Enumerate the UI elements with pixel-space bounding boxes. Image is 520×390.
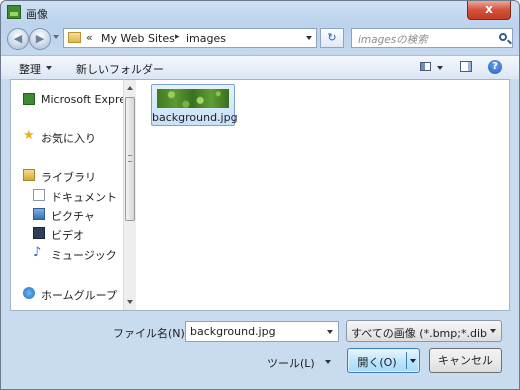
- file-type-dropdown-icon: [490, 329, 496, 333]
- title-bar: 画像 x: [1, 1, 519, 27]
- filename-value: background.jpg: [190, 325, 276, 338]
- change-view-icon[interactable]: [420, 62, 431, 71]
- navigation-bar: ◀ ▶ « My Web Sites ▸ images ↻ imagesの検索: [1, 25, 519, 53]
- navigation-pane-scrollbar[interactable]: [123, 80, 136, 310]
- filename-history-dropdown-icon[interactable]: [327, 330, 333, 334]
- window-title: 画像: [26, 8, 48, 21]
- search-placeholder: imagesの検索: [358, 34, 428, 46]
- address-dropdown-icon[interactable]: [306, 36, 312, 40]
- file-type-select[interactable]: すべての画像 (*.bmp;*.dib;*: [346, 320, 502, 342]
- split-button-divider: [406, 352, 407, 369]
- nav-item-label: ミュージック: [51, 249, 117, 262]
- open-button-label: 開く(O): [357, 356, 397, 369]
- organize-button[interactable]: 整理: [19, 61, 41, 77]
- scroll-down-arrow-icon[interactable]: [127, 300, 133, 304]
- scrollbar-thumb[interactable]: [125, 97, 135, 221]
- favorites-star-icon: ★: [23, 128, 35, 143]
- application-icon: [23, 93, 35, 105]
- command-bar: 整理 新しいフォルダー ?: [1, 55, 519, 79]
- nav-item-label: ライブラリ: [41, 171, 96, 184]
- file-type-value: すべての画像 (*.bmp;*.dib;*: [351, 327, 487, 340]
- breadcrumb-images[interactable]: images: [186, 32, 226, 45]
- filename-label: ファイル名(N):: [113, 327, 189, 340]
- nav-item-label: お気に入り: [41, 132, 96, 145]
- back-button[interactable]: ◀: [7, 28, 29, 50]
- close-button[interactable]: x: [467, 1, 511, 20]
- open-button[interactable]: 開く(O): [347, 348, 420, 373]
- breadcrumb-my-web-sites[interactable]: My Web Sites: [101, 32, 175, 45]
- breadcrumb-overflow-button[interactable]: «: [86, 31, 93, 44]
- tools-menu-button[interactable]: ツール(L): [267, 355, 315, 371]
- content-area: Microsoft Expression Web ★ お気に入り ライブラリ ド…: [10, 79, 510, 311]
- help-icon[interactable]: ?: [488, 60, 502, 74]
- dialog-footer: ファイル名(N): background.jpg すべての画像 (*.bmp;*…: [1, 311, 519, 389]
- file-list: background.jpg: [137, 80, 509, 310]
- search-input[interactable]: imagesの検索: [351, 28, 513, 48]
- documents-icon: [33, 189, 45, 201]
- open-options-dropdown-icon[interactable]: [410, 359, 416, 363]
- cancel-button[interactable]: キャンセル: [429, 348, 502, 373]
- pictures-icon: [33, 208, 45, 220]
- view-options-dropdown-icon[interactable]: [437, 66, 443, 70]
- videos-icon: [33, 227, 45, 239]
- nav-item-label: ビデオ: [51, 229, 84, 242]
- file-item-background-jpg[interactable]: background.jpg: [151, 84, 238, 126]
- application-icon: [7, 5, 21, 19]
- navigation-pane: Microsoft Expression Web ★ お気に入り ライブラリ ド…: [11, 80, 123, 310]
- refresh-button[interactable]: ↻: [320, 28, 344, 48]
- address-bar[interactable]: « My Web Sites ▸ images: [63, 28, 317, 48]
- filename-input[interactable]: background.jpg: [185, 321, 339, 342]
- nav-item-label: Microsoft Expression Web: [41, 93, 123, 106]
- recent-locations-dropdown-icon[interactable]: [53, 35, 59, 39]
- new-folder-button[interactable]: 新しいフォルダー: [76, 61, 164, 77]
- organize-dropdown-icon[interactable]: [46, 66, 52, 70]
- homegroup-icon: [23, 287, 35, 299]
- scroll-up-arrow-icon[interactable]: [127, 86, 133, 90]
- search-icon[interactable]: [499, 33, 507, 41]
- breadcrumb-separator-icon[interactable]: ▸: [175, 32, 180, 42]
- file-name: background.jpg: [152, 111, 238, 124]
- forward-button[interactable]: ▶: [29, 28, 51, 50]
- image-thumbnail: [157, 89, 229, 108]
- nav-item-label: ドキュメント: [51, 191, 117, 204]
- music-icon: ♪: [33, 245, 42, 260]
- preview-pane-icon[interactable]: [460, 61, 472, 72]
- scrollbar-grip-icon: [128, 155, 132, 162]
- libraries-icon: [23, 169, 35, 181]
- open-file-dialog: 画像 x ◀ ▶ « My Web Sites ▸ images ↻ image…: [0, 0, 520, 390]
- nav-item-label: ピクチャ: [51, 210, 95, 223]
- nav-item-label: ホームグループ: [41, 289, 118, 302]
- tools-dropdown-icon[interactable]: [325, 360, 331, 364]
- folder-icon: [68, 32, 81, 43]
